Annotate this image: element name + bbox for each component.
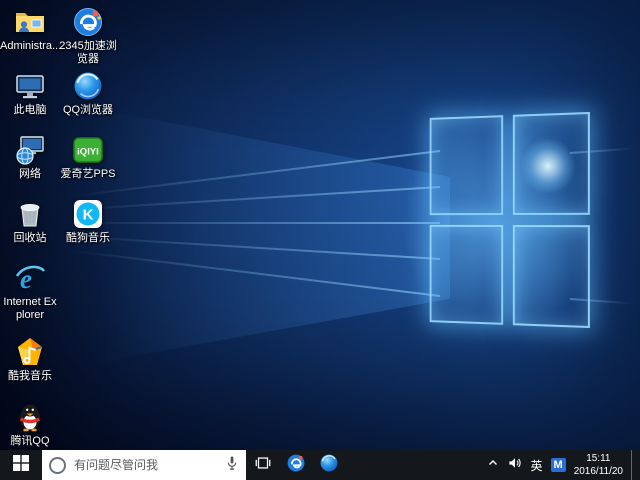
system-tray: 英 M 15:11 2016/11/20	[487, 450, 640, 480]
icon-label: 2345加速浏览器	[59, 40, 117, 66]
qq-browser-icon	[319, 453, 339, 478]
desktop[interactable]: Administra... 此电脑 网络 回收站 e Internet Expl…	[0, 0, 640, 450]
desktop-icon-tencent-qq[interactable]: 腾讯QQ	[1, 401, 59, 448]
kuwo-music-icon	[14, 336, 46, 368]
icon-label: 此电脑	[14, 104, 47, 117]
icon-label: 回收站	[14, 232, 47, 245]
windows-logo-icon	[13, 455, 29, 476]
icon-label: 酷我音乐	[8, 370, 52, 383]
hidden-icons-chevron[interactable]	[487, 456, 499, 474]
volume-button[interactable]	[507, 455, 523, 476]
task-view-icon	[254, 454, 272, 477]
volume-icon	[507, 455, 523, 476]
2345-browser-icon	[72, 6, 104, 38]
desktop-icon-2345-browser[interactable]: 2345加速浏览器	[59, 6, 117, 66]
desktop-icon-internet-explorer[interactable]: e Internet Explorer	[1, 262, 59, 322]
2345-browser-icon	[286, 453, 306, 478]
desktop-icon-this-pc[interactable]: 此电脑	[1, 70, 59, 117]
internet-explorer-icon: e	[14, 262, 46, 294]
screen: Administra... 此电脑 网络 回收站 e Internet Expl…	[0, 0, 640, 480]
administrator-folder-icon	[14, 6, 46, 38]
desktop-icon-recycle-bin[interactable]: 回收站	[1, 198, 59, 245]
network-icon	[14, 134, 46, 166]
icon-label: Administra...	[0, 40, 60, 53]
this-pc-icon	[14, 70, 46, 102]
desktop-icon-qq-browser[interactable]: QQ浏览器	[59, 70, 117, 117]
desktop-icon-kugou-music[interactable]: K 酷狗音乐	[59, 198, 117, 245]
search-input[interactable]	[72, 457, 219, 473]
taskbar: 英 M 15:11 2016/11/20	[0, 450, 640, 480]
icon-label: QQ浏览器	[63, 104, 113, 117]
start-button[interactable]	[0, 450, 42, 480]
qq-browser-icon	[72, 70, 104, 102]
taskbar-search[interactable]	[42, 450, 246, 480]
desktop-icon-network[interactable]: 网络	[1, 134, 59, 181]
kugou-music-icon: K	[72, 198, 104, 230]
icon-label: 爱奇艺PPS	[60, 168, 115, 181]
clock[interactable]: 15:11 2016/11/20	[574, 452, 623, 478]
chevron-up-icon	[487, 456, 499, 474]
show-desktop-button[interactable]	[631, 450, 638, 480]
icon-label: 腾讯QQ	[10, 435, 49, 448]
task-view-button[interactable]	[246, 450, 279, 480]
icon-label: 酷狗音乐	[66, 232, 110, 245]
desktop-icon-administrator[interactable]: Administra...	[1, 6, 59, 53]
clock-time: 15:11	[574, 452, 623, 465]
cortana-icon	[49, 457, 66, 474]
iqiyi-pps-icon: iQIYI	[72, 134, 104, 166]
desktop-icon-kuwo-music[interactable]: 酷我音乐	[1, 336, 59, 383]
svg-text:K: K	[83, 207, 94, 224]
ime-indicator[interactable]: 英	[531, 457, 543, 474]
icon-label: 网络	[19, 168, 41, 181]
taskbar-qq-browser[interactable]	[312, 450, 345, 480]
recycle-bin-icon	[14, 198, 46, 230]
ime-badge[interactable]: M	[551, 458, 566, 472]
taskbar-2345-browser[interactable]	[279, 450, 312, 480]
svg-text:iQIYI: iQIYI	[77, 147, 99, 158]
tencent-qq-icon	[14, 401, 46, 433]
desktop-icon-iqiyi-pps[interactable]: iQIYI 爱奇艺PPS	[59, 134, 117, 181]
icon-label: Internet Explorer	[1, 296, 59, 322]
microphone-icon[interactable]	[225, 455, 239, 476]
clock-date: 2016/11/20	[574, 465, 623, 478]
